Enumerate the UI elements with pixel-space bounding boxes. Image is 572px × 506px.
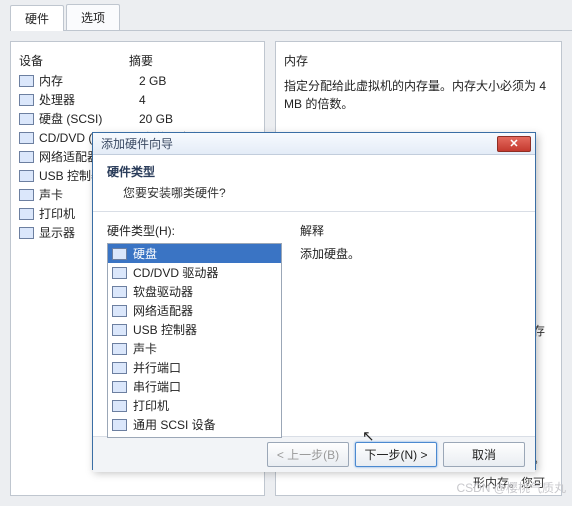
hw-type-item[interactable]: USB 控制器 — [108, 320, 281, 339]
device-name: 硬盘 (SCSI) — [39, 110, 134, 127]
hw-type-list[interactable]: 硬盘 CD/DVD 驱动器软盘驱动器网络适配器 USB 控制器声卡并行端口串行端口打… — [107, 243, 282, 438]
hw-type-item[interactable]: 声卡 — [108, 339, 281, 358]
device-summary: 20 GB — [139, 112, 256, 126]
close-icon[interactable]: ✕ — [497, 136, 531, 152]
device-icon — [19, 94, 34, 106]
hw-icon — [112, 381, 127, 393]
tab-hardware[interactable]: 硬件 — [10, 5, 64, 31]
hw-type-item[interactable]: 通用 SCSI 设备 — [108, 415, 281, 434]
hw-icon — [112, 267, 127, 279]
device-icon — [19, 227, 34, 239]
hw-icon — [112, 438, 127, 439]
tab-bar: 硬件 选项 — [10, 0, 572, 31]
hw-icon — [112, 324, 127, 336]
hw-icon — [112, 419, 127, 431]
hw-label: CD/DVD 驱动器 — [133, 264, 218, 281]
desc-label: 解释 — [300, 222, 521, 239]
device-icon — [19, 75, 34, 87]
device-summary: 4 — [139, 93, 256, 107]
watermark: CSDN @樱桃气质丸 — [456, 479, 566, 496]
hw-type-item[interactable]: 硬盘 — [108, 244, 281, 263]
cancel-button[interactable]: 取消 — [443, 442, 525, 467]
hw-type-item[interactable]: 串行端口 — [108, 377, 281, 396]
device-icon — [19, 208, 34, 220]
hw-type-label: 硬件类型(H): — [107, 222, 282, 239]
hw-label: 软盘驱动器 — [133, 283, 193, 300]
memory-title: 内存 — [284, 50, 553, 75]
hw-label: 硬盘 — [133, 245, 157, 262]
tab-options[interactable]: 选项 — [66, 4, 120, 30]
desc-text: 添加硬盘。 — [300, 245, 521, 262]
device-name: 内存 — [39, 72, 134, 89]
device-icon — [19, 170, 34, 182]
back-button: < 上一步(B) — [267, 442, 349, 467]
col-summary: 摘要 — [129, 52, 256, 69]
hw-type-item[interactable]: 网络适配器 — [108, 301, 281, 320]
hw-icon — [112, 400, 127, 412]
hw-type-item[interactable]: CD/DVD 驱动器 — [108, 263, 281, 282]
hw-icon — [112, 362, 127, 374]
device-row[interactable]: 内存 2 GB — [19, 71, 256, 90]
hw-type-item[interactable]: 可信平台模块 — [108, 434, 281, 438]
hw-label: 可信平台模块 — [133, 435, 205, 438]
device-row[interactable]: 硬盘 (SCSI) 20 GB — [19, 109, 256, 128]
add-hardware-wizard: 添加硬件向导 ✕ 硬件类型 您要安装哪类硬件? 硬件类型(H): 硬盘 CD/DV… — [92, 132, 536, 470]
hw-label: 通用 SCSI 设备 — [133, 416, 216, 433]
col-device: 设备 — [19, 52, 129, 69]
device-summary: 2 GB — [139, 74, 256, 88]
hw-icon — [112, 343, 127, 355]
device-icon — [19, 151, 34, 163]
memory-desc: 指定分配给此虚拟机的内存量。内存大小必须为 4 MB 的倍数。 — [284, 75, 553, 123]
hw-label: 并行端口 — [133, 359, 181, 376]
hw-label: 网络适配器 — [133, 302, 193, 319]
hw-type-item[interactable]: 并行端口 — [108, 358, 281, 377]
hw-icon — [112, 248, 127, 260]
hw-icon — [112, 286, 127, 298]
wizard-heading: 硬件类型 — [107, 163, 521, 180]
hw-label: 打印机 — [133, 397, 169, 414]
hw-icon — [112, 305, 127, 317]
device-row[interactable]: 处理器 4 — [19, 90, 256, 109]
wizard-subheading: 您要安装哪类硬件? — [123, 184, 521, 201]
device-name: 处理器 — [39, 91, 134, 108]
hw-label: 串行端口 — [133, 378, 181, 395]
hw-label: USB 控制器 — [133, 321, 197, 338]
hw-type-item[interactable]: 打印机 — [108, 396, 281, 415]
hw-label: 声卡 — [133, 340, 157, 357]
device-icon — [19, 189, 34, 201]
device-icon — [19, 132, 34, 144]
next-button[interactable]: 下一步(N) > — [355, 442, 437, 467]
device-icon — [19, 113, 34, 125]
dialog-title: 添加硬件向导 — [101, 135, 497, 152]
hw-type-item[interactable]: 软盘驱动器 — [108, 282, 281, 301]
titlebar[interactable]: 添加硬件向导 ✕ — [93, 133, 535, 155]
